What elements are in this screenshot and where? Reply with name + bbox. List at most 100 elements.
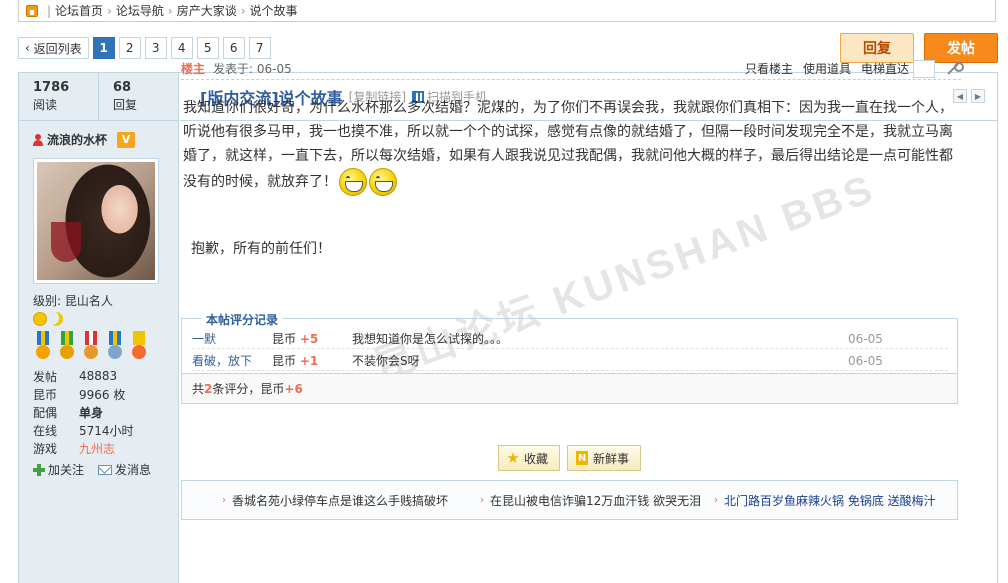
rating-currency: 昆币 +5 — [272, 330, 352, 347]
page-3[interactable]: 3 — [144, 37, 167, 59]
favorite-button[interactable]: 收藏 — [498, 445, 560, 471]
rating-date: 06-05 — [848, 331, 883, 346]
breadcrumb-separator: › — [240, 3, 246, 18]
summary-prefix: 共 — [192, 382, 205, 396]
rating-currency: 昆币 +1 — [272, 352, 352, 369]
rating-date: 06-05 — [848, 353, 883, 368]
currency-name: 昆币 — [272, 354, 297, 368]
rating-comment: 我想知道你是怎么试探的。。。 — [352, 332, 509, 346]
breadcrumb-separator: › — [107, 3, 112, 18]
level-icons — [33, 312, 164, 326]
rating-user[interactable]: 看破，放下 — [192, 352, 272, 369]
page-7[interactable]: 7 — [248, 37, 271, 59]
medal-icon — [105, 331, 125, 361]
info-value: 9966 枚 — [79, 387, 126, 402]
related-link-text: 在昆山被电信诈骗12万血汗钱 欲哭无泪 — [490, 494, 702, 508]
back-to-list-button[interactable]: ‹ 返回列表 — [18, 37, 89, 59]
avatar-image — [37, 162, 155, 280]
favorite-label: 收藏 — [524, 451, 549, 466]
sun-icon — [33, 312, 47, 326]
next-thread-icon[interactable]: ▶ — [971, 89, 985, 103]
related-link[interactable]: › 香城名苑小绿停车点是谁这么手贱搞破坏 — [222, 492, 448, 509]
medal-icon — [57, 331, 77, 361]
breadcrumb: | 论坛首页 › 论坛导航 › 房产大家谈 › 说个故事 — [18, 0, 996, 22]
user-name-row: 流浪的水杯 V — [33, 131, 164, 148]
info-row-spouse: 配偶 单身 — [33, 403, 164, 421]
rating-comment: 不装你会S呀 — [352, 354, 420, 368]
bullet-icon: › — [222, 495, 226, 506]
info-row-coins: 昆币 9966 枚 — [33, 385, 164, 403]
pagination: ‹ 返回列表 1 2 3 4 5 6 7 — [18, 37, 271, 59]
rating-legend: 本帖评分记录 — [202, 311, 283, 328]
page-2[interactable]: 2 — [118, 37, 141, 59]
info-value: 单身 — [79, 405, 104, 420]
summary-count: 2 — [204, 381, 213, 396]
grin-emoji-icon — [339, 168, 367, 196]
breadcrumb-board[interactable]: 房产大家谈 — [177, 2, 237, 19]
share-fresh-button[interactable]: N 新鲜事 — [567, 445, 641, 471]
breadcrumb-forum-home[interactable]: 论坛首页 — [55, 2, 103, 19]
replies-count: 68 — [113, 80, 132, 95]
related-link[interactable]: › 北门路百岁鱼麻辣火锅 免锅底 送酸梅汁 — [714, 492, 936, 509]
info-key: 配偶 — [33, 405, 58, 420]
page-4[interactable]: 4 — [170, 37, 193, 59]
message-label: 发消息 — [115, 463, 152, 477]
summary-total: +6 — [284, 381, 303, 396]
rating-record: 本帖评分记录 一默 昆币 +5 我想知道你是怎么试探的。。。 06-05 看破，… — [181, 311, 958, 404]
user-sidebar: 1786 阅读 68 回复 流浪的水杯 V 级别: 昆山名人 发帖 48883 … — [19, 73, 179, 583]
medals — [33, 331, 164, 361]
page-5[interactable]: 5 — [196, 37, 219, 59]
info-value: 48883 — [79, 369, 118, 383]
user-card: 流浪的水杯 V 级别: 昆山名人 发帖 48883 昆币 9966 枚 配偶 单身 在… — [19, 121, 178, 478]
avatar[interactable] — [33, 158, 159, 284]
info-row-game: 游戏 九州志 — [33, 439, 164, 457]
replies-stat: 68 回复 — [99, 73, 178, 120]
post-text-2: 抱歉，所有的前任们！ — [191, 241, 331, 257]
medal-icon — [81, 331, 101, 361]
related-links: › 香城名苑小绿停车点是谁这么手贱搞破坏 › 在昆山被电信诈骗12万血汗钱 欲哭无泪… — [181, 480, 958, 520]
currency-name: 昆币 — [272, 332, 297, 346]
vip-badge: V — [117, 131, 136, 148]
user-name[interactable]: 流浪的水杯 — [47, 131, 107, 148]
plus-icon — [33, 463, 45, 476]
views-label: 阅读 — [33, 98, 58, 112]
rating-summary: 共 2 条评分，昆币 +6 — [182, 373, 957, 403]
info-key: 游戏 — [33, 441, 58, 456]
use-tools-link[interactable]: 使用道具 — [803, 60, 851, 77]
elevator-link[interactable]: 电梯直达 — [861, 60, 909, 77]
floor-jump-input[interactable] — [913, 59, 935, 78]
home-icon[interactable] — [23, 0, 41, 21]
grin-emoji-icon — [369, 168, 397, 196]
star-icon — [507, 452, 519, 463]
back-to-list-label: 返回列表 — [33, 41, 82, 56]
rating-user[interactable]: 一默 — [192, 330, 272, 347]
related-link[interactable]: › 在昆山被电信诈骗12万血汗钱 欲哭无泪 — [480, 492, 701, 509]
views-stat: 1786 阅读 — [19, 73, 99, 120]
post-meta: 楼主 发表于: 06-05 只看楼主 使用道具 电梯直达 — [181, 58, 964, 80]
breadcrumb-separator: › — [167, 3, 173, 18]
breadcrumb-forum-nav[interactable]: 论坛导航 — [116, 2, 164, 19]
summary-middle: 条评分，昆币 — [212, 382, 285, 396]
news-icon: N — [576, 451, 588, 465]
message-button[interactable]: 发消息 — [98, 461, 151, 478]
only-owner-link[interactable]: 只看楼主 — [745, 60, 793, 77]
breadcrumb-separator: | — [47, 3, 52, 18]
breadcrumb-thread[interactable]: 说个故事 — [250, 2, 298, 19]
replies-label: 回复 — [113, 98, 138, 112]
user-icon — [33, 133, 43, 146]
page-6[interactable]: 6 — [222, 37, 245, 59]
info-value-link[interactable]: 九州志 — [79, 440, 115, 457]
wrench-icon[interactable] — [945, 61, 964, 77]
info-key: 在线 — [33, 423, 58, 438]
fresh-label: 新鲜事 — [593, 451, 630, 466]
info-row-posts: 发帖 48883 — [33, 367, 164, 385]
rating-amount: +1 — [299, 354, 319, 368]
page-1[interactable]: 1 — [92, 37, 115, 59]
follow-button[interactable]: 加关注 — [33, 461, 84, 478]
user-level: 级别: 昆山名人 — [33, 294, 113, 308]
related-link-text: 香城名苑小绿停车点是谁这么手贱搞破坏 — [232, 494, 449, 508]
thread-stats: 1786 阅读 68 回复 — [19, 73, 178, 121]
post-tools: 只看楼主 使用道具 电梯直达 — [745, 59, 964, 78]
rating-row: 看破，放下 昆币 +1 不装你会S呀 06-05 — [192, 351, 948, 371]
medal-icon — [129, 331, 149, 361]
